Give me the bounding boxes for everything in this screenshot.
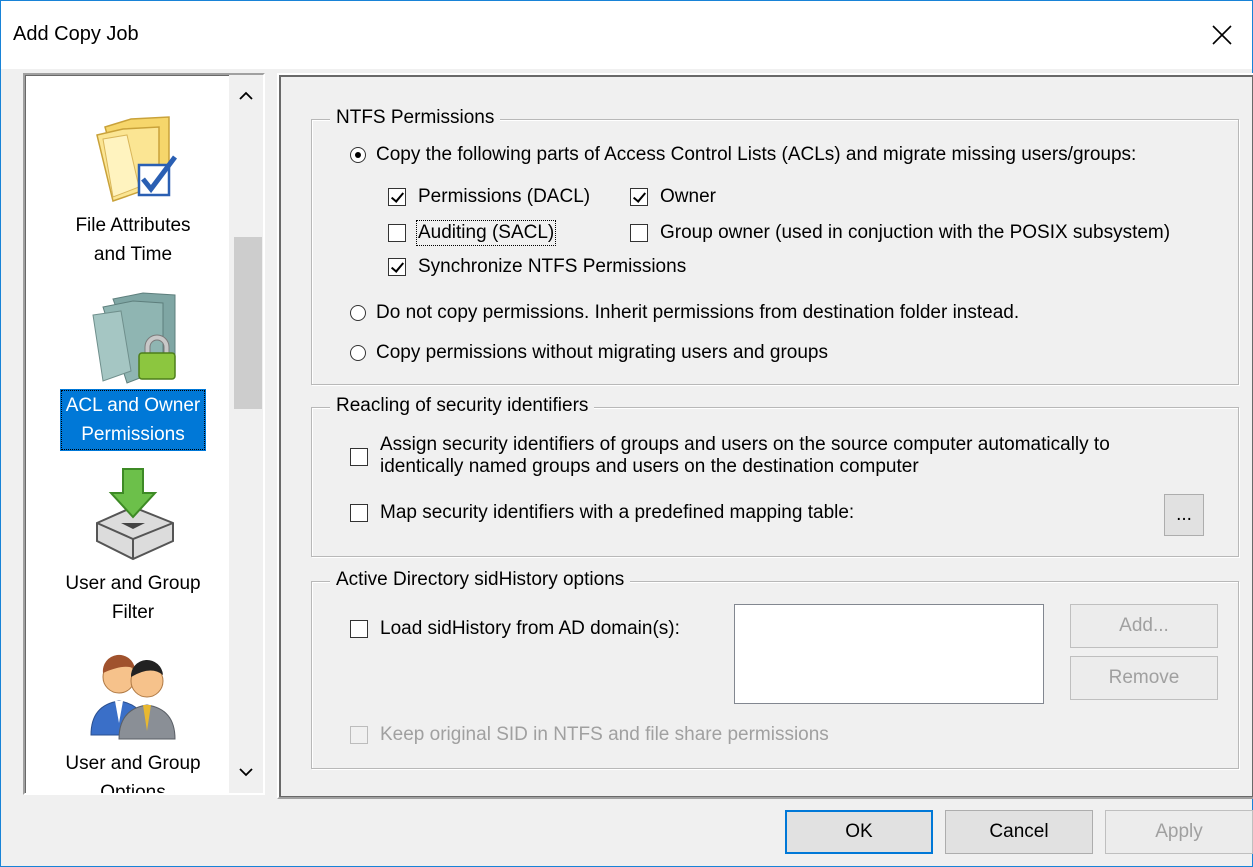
scroll-thumb[interactable] — [234, 237, 262, 409]
nav-item-user-group-filter[interactable]: User and Group Filter — [25, 463, 241, 629]
nav-scrollbar[interactable] — [229, 75, 263, 793]
radio-indicator[interactable] — [350, 305, 366, 321]
checkbox-indicator[interactable] — [630, 224, 648, 242]
checkbox-load-sidhistory[interactable]: Load sidHistory from AD domain(s): — [350, 618, 680, 640]
checkbox-permissions-dacl[interactable]: Permissions (DACL) — [388, 186, 590, 208]
checkbox-owner-label: Owner — [660, 186, 716, 207]
browse-mapping-button[interactable]: ... — [1164, 494, 1204, 536]
nav-item-label: User and Group Options — [65, 753, 201, 795]
radio-no-migrate[interactable]: Copy permissions without migrating users… — [350, 342, 828, 364]
radio-inherit[interactable]: Do not copy permissions. Inherit permiss… — [350, 302, 1019, 324]
checkbox-indicator[interactable] — [630, 188, 648, 206]
checkbox-sync-ntfs-label: Synchronize NTFS Permissions — [418, 256, 687, 277]
filter-icon — [96, 468, 174, 561]
checkbox-owner[interactable]: Owner — [630, 186, 716, 208]
nav-item-label: ACL and Owner Permissions — [59, 389, 207, 451]
scroll-up-button[interactable] — [229, 79, 263, 113]
ad-sidhistory-group: Active Directory sidHistory options Load… — [311, 569, 1239, 769]
radio-indicator[interactable] — [350, 345, 366, 361]
title-bar: Add Copy Job — [1, 1, 1252, 69]
checkbox-indicator[interactable] — [388, 224, 406, 242]
checkbox-auditing-sacl[interactable]: Auditing (SACL) — [388, 220, 557, 246]
checkbox-assign-sid-label-line2: identically named groups and users on th… — [380, 456, 919, 477]
checkbox-load-sidhistory-label: Load sidHistory from AD domain(s): — [380, 618, 680, 639]
ntfs-permissions-title: NTFS Permissions — [330, 107, 501, 129]
checkbox-indicator[interactable] — [350, 726, 368, 744]
nav-item-file-attributes[interactable]: File Attributes and Time — [25, 105, 241, 271]
radio-no-migrate-label: Copy permissions without migrating users… — [376, 342, 828, 363]
folder-check-icon — [96, 116, 177, 202]
close-button[interactable] — [1192, 7, 1252, 63]
nav-item-label: User and Group Filter — [65, 573, 201, 623]
users-icon — [90, 654, 176, 740]
apply-button[interactable]: Apply — [1105, 810, 1253, 854]
nav-item-acl-owner[interactable]: ACL and Owner Permissions — [25, 285, 241, 451]
checkbox-permissions-dacl-label: Permissions (DACL) — [418, 186, 591, 207]
ad-sidhistory-title: Active Directory sidHistory options — [330, 569, 631, 591]
ad-domains-listbox[interactable] — [734, 604, 1044, 704]
checkbox-auditing-sacl-label: Auditing (SACL) — [415, 220, 557, 246]
checkbox-group-owner[interactable]: Group owner (used in conjuction with the… — [630, 222, 1170, 244]
checkbox-indicator[interactable] — [388, 258, 406, 276]
checkbox-sync-ntfs[interactable]: Synchronize NTFS Permissions — [388, 256, 686, 278]
remove-domain-button[interactable]: Remove — [1070, 656, 1218, 700]
checkbox-keep-sid[interactable]: Keep original SID in NTFS and file share… — [350, 724, 829, 746]
radio-indicator[interactable] — [350, 147, 366, 163]
checkbox-map-sid[interactable]: Map security identifiers with a predefin… — [350, 502, 854, 524]
settings-panel: NTFS Permissions Copy the following part… — [277, 73, 1253, 799]
checkbox-group-owner-label: Group owner (used in conjuction with the… — [660, 222, 1171, 243]
realign-sid-group: Reacling of security identifiers Assign … — [311, 395, 1239, 557]
checkbox-indicator[interactable] — [350, 448, 368, 466]
checkbox-keep-sid-label: Keep original SID in NTFS and file share… — [380, 724, 829, 745]
ok-button[interactable]: OK — [785, 810, 933, 854]
lock-icon — [92, 292, 176, 384]
radio-copy-acl[interactable]: Copy the following parts of Access Contr… — [350, 144, 1136, 166]
category-list[interactable]: File Attributes and Time ACL and Owner P… — [23, 73, 265, 795]
scroll-down-button[interactable] — [229, 755, 263, 789]
checkbox-indicator[interactable] — [350, 620, 368, 638]
checkbox-indicator[interactable] — [388, 188, 406, 206]
radio-inherit-label: Do not copy permissions. Inherit permiss… — [376, 302, 1020, 323]
radio-copy-acl-label: Copy the following parts of Access Contr… — [376, 144, 1137, 165]
nav-item-user-group-options[interactable]: User and Group Options — [25, 643, 241, 795]
chevron-down-icon — [239, 768, 253, 777]
add-domain-button[interactable]: Add... — [1070, 604, 1218, 648]
checkbox-assign-sid-label-line1: Assign security identifiers of groups an… — [380, 434, 1110, 455]
realign-sid-title: Reacling of security identifiers — [330, 395, 595, 417]
nav-item-label: File Attributes and Time — [75, 215, 191, 265]
ntfs-permissions-group: NTFS Permissions Copy the following part… — [311, 107, 1239, 385]
cancel-button[interactable]: Cancel — [945, 810, 1093, 854]
checkbox-assign-sid[interactable]: Assign security identifiers of groups an… — [350, 434, 1110, 478]
dialog-window: Add Copy Job File Attributes and Time AC… — [0, 0, 1253, 867]
window-title: Add Copy Job — [13, 23, 139, 45]
checkbox-indicator[interactable] — [350, 504, 368, 522]
checkbox-map-sid-label: Map security identifiers with a predefin… — [380, 502, 855, 523]
chevron-up-icon — [239, 91, 253, 100]
close-icon — [1212, 25, 1232, 45]
